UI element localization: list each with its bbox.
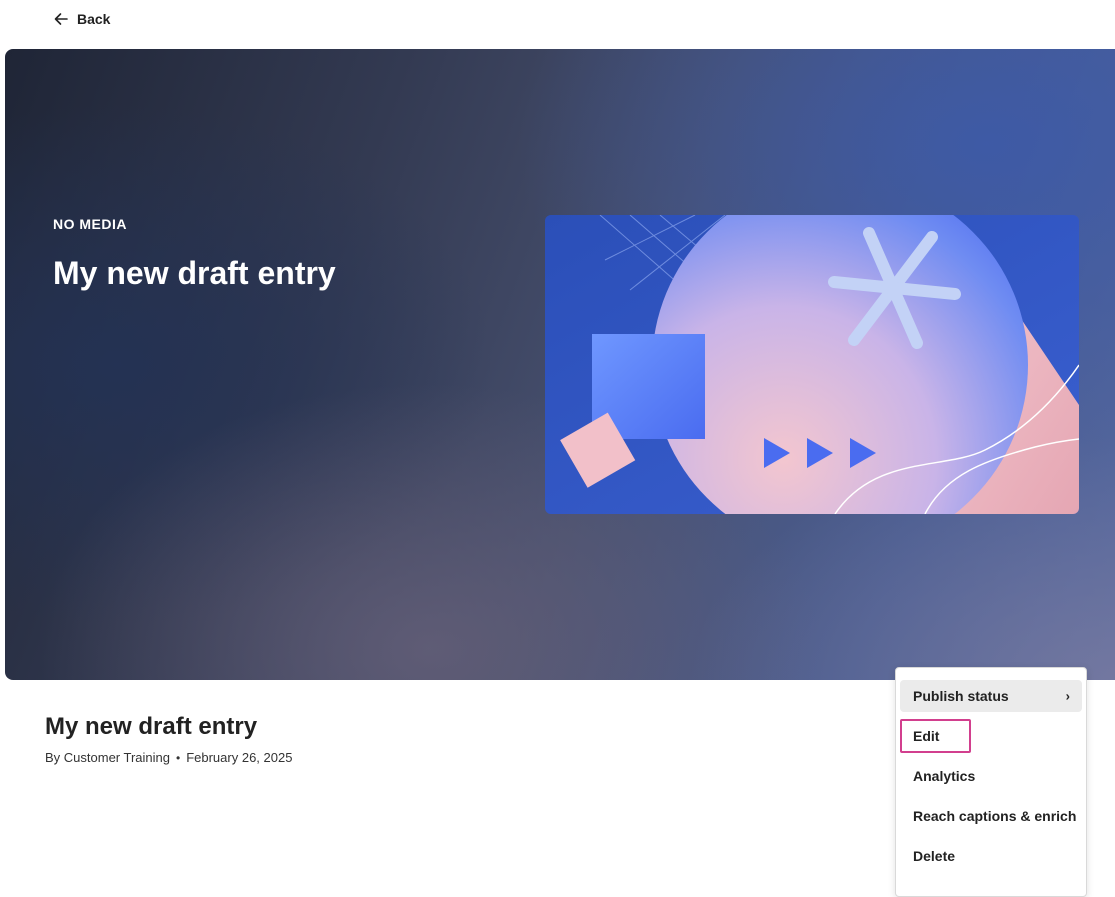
entry-meta: By Customer Training • February 26, 2025 [45,750,292,765]
highlight-box [900,719,971,753]
chevron-right-icon: › [1065,688,1070,704]
menu-item-label: Reach captions & enrich [913,808,1077,824]
menu-item-label: Publish status [913,688,1009,704]
menu-item-edit[interactable]: Edit [896,716,1086,756]
hero-kicker: NO MEDIA [53,216,127,232]
arrow-left-icon [54,13,68,25]
entry-title: My new draft entry [45,713,258,740]
entry-thumbnail [545,215,1079,514]
menu-item-reach-captions[interactable]: Reach captions & enrich [896,796,1086,836]
menu-item-delete[interactable]: Delete [896,836,1086,876]
hero-title: My new draft entry [53,255,336,291]
entry-author: By Customer Training [45,750,170,765]
meta-separator: • [176,750,181,765]
actions-menu: Publish status › Edit Analytics Reach ca… [895,667,1087,897]
back-button[interactable]: Back [53,8,110,30]
back-label: Back [77,11,111,27]
entry-date: February 26, 2025 [186,750,293,765]
menu-item-label: Analytics [913,768,976,784]
menu-item-publish-status[interactable]: Publish status › [900,680,1082,712]
menu-item-label: Delete [913,848,956,864]
hero-banner: NO MEDIA My new draft entry [5,49,1115,680]
menu-item-analytics[interactable]: Analytics [896,756,1086,796]
thumbnail-illustration [545,215,1079,514]
